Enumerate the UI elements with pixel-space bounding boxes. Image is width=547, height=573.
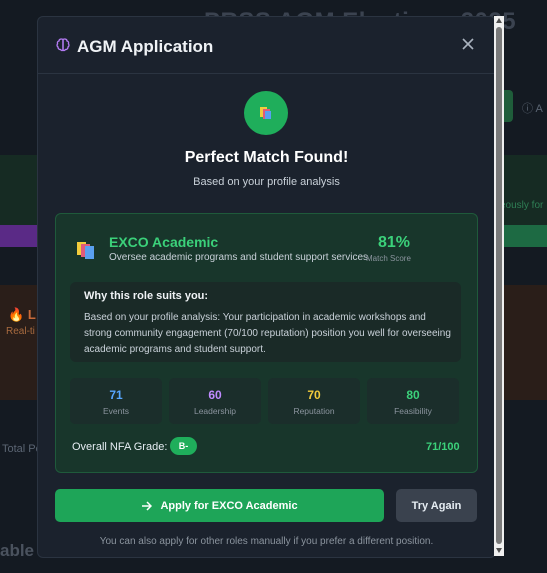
close-icon[interactable] bbox=[461, 37, 475, 51]
background-green-bar bbox=[500, 225, 547, 247]
brain-icon bbox=[56, 38, 70, 52]
grade-label: Overall NFA Grade: bbox=[72, 441, 168, 453]
background-card-left bbox=[0, 285, 40, 400]
stat-events: 71 Events bbox=[70, 378, 162, 424]
why-role-title: Why this role suits you: bbox=[84, 290, 209, 302]
agm-application-modal: AGM Application Perfect Match Found! Bas… bbox=[37, 16, 496, 558]
background-info: ⓘ A bbox=[522, 103, 543, 115]
modal-title: AGM Application bbox=[77, 37, 214, 56]
stat-label: Feasibility bbox=[394, 406, 432, 416]
modal-header: AGM Application bbox=[38, 17, 495, 74]
why-role-box: Why this role suits you: Based on your p… bbox=[70, 282, 461, 362]
match-card: EXCO Academic Oversee academic programs … bbox=[55, 213, 478, 473]
scroll-up-icon[interactable] bbox=[495, 17, 503, 25]
apply-button[interactable]: Apply for EXCO Academic bbox=[55, 489, 384, 522]
match-score-label: Match Score bbox=[366, 254, 411, 263]
stat-feasibility: 80 Feasibility bbox=[367, 378, 459, 424]
background-realtime-label: Real-ti bbox=[6, 326, 35, 337]
grade-score: 71/100 bbox=[426, 441, 460, 453]
scroll-down-icon[interactable] bbox=[495, 546, 503, 554]
match-score-value: 81% bbox=[378, 234, 411, 251]
stat-label: Reputation bbox=[293, 406, 335, 416]
background-fire-label: 🔥 L bbox=[8, 307, 36, 322]
apply-button-label: Apply for EXCO Academic bbox=[160, 499, 298, 512]
background-purple-bar bbox=[0, 225, 40, 247]
hero-subtitle: Based on your profile analysis bbox=[193, 176, 340, 188]
arrow-right-icon bbox=[142, 500, 153, 511]
footnote: You can also apply for other roles manua… bbox=[99, 536, 434, 547]
why-role-text: Based on your profile analysis: Your par… bbox=[84, 312, 451, 355]
books-icon bbox=[260, 107, 271, 119]
background-banner-text: eously for bbox=[500, 200, 544, 211]
stat-reputation: 70 Reputation bbox=[268, 378, 360, 424]
stat-leadership: 60 Leadership bbox=[169, 378, 261, 424]
stat-label: Leadership bbox=[193, 406, 237, 416]
role-description: Oversee academic programs and student su… bbox=[109, 252, 369, 263]
books-icon bbox=[77, 242, 94, 259]
scrollbar[interactable] bbox=[494, 16, 504, 556]
background-heading: able bbox=[0, 541, 35, 560]
hero-badge bbox=[244, 91, 288, 135]
role-title: EXCO Academic bbox=[109, 234, 219, 250]
try-again-button[interactable]: Try Again bbox=[396, 489, 477, 522]
stat-value: 71 bbox=[109, 388, 123, 402]
stat-value: 70 bbox=[307, 388, 321, 402]
background-card-right bbox=[500, 285, 547, 400]
scrollbar-thumb[interactable] bbox=[496, 27, 502, 544]
hero-title: Perfect Match Found! bbox=[184, 149, 349, 166]
stat-label: Events bbox=[103, 406, 129, 416]
background-total-label: Total Po bbox=[2, 443, 42, 455]
stat-value: 60 bbox=[208, 388, 222, 402]
grade-badge: B- bbox=[170, 437, 197, 455]
stat-value: 80 bbox=[406, 388, 420, 402]
